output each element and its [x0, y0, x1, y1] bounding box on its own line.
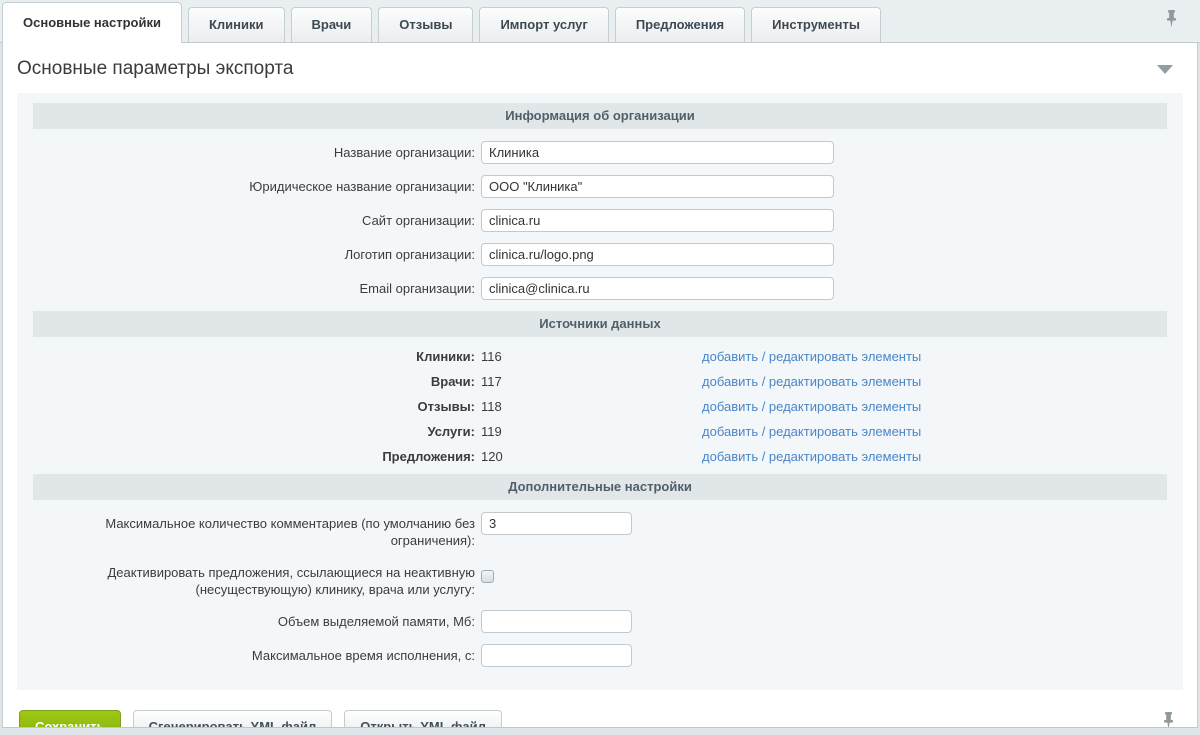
pin-icon[interactable] — [1165, 10, 1178, 33]
open-yml-button[interactable]: Открыть YML файл — [344, 710, 502, 728]
edit-elements-link[interactable]: добавить / редактировать элементы — [702, 374, 921, 389]
section-header-sources: Источники данных — [33, 311, 1167, 337]
form-row: Юридическое название организации: — [33, 175, 1167, 198]
source-row: Предложения: 120 добавить / редактироват… — [33, 449, 1167, 464]
field-label: Email организации: — [33, 277, 481, 298]
max-comments-input[interactable] — [481, 512, 632, 535]
source-iblock-id: 116 — [481, 349, 702, 364]
org-site-input[interactable] — [481, 209, 834, 232]
save-button[interactable]: Сохранить — [19, 710, 121, 728]
source-row: Отзывы: 118 добавить / редактировать эле… — [33, 399, 1167, 414]
edit-elements-link[interactable]: добавить / редактировать элементы — [702, 349, 921, 364]
field-label: Объем выделяемой памяти, Мб: — [33, 610, 481, 631]
edit-elements-link[interactable]: добавить / редактировать элементы — [702, 399, 921, 414]
form-row: Максимальное время исполнения, с: — [33, 644, 1167, 667]
form-row: Максимальное количество комментариев (по… — [33, 512, 1167, 550]
source-iblock-id: 118 — [481, 399, 702, 414]
memory-limit-input[interactable] — [481, 610, 632, 633]
edit-elements-link[interactable]: добавить / редактировать элементы — [702, 424, 921, 439]
form-row: Email организации: — [33, 277, 1167, 300]
title-row: Основные параметры экспорта — [3, 43, 1197, 93]
tab-clinics[interactable]: Клиники — [188, 7, 285, 42]
source-row: Клиники: 116 добавить / редактировать эл… — [33, 349, 1167, 364]
edit-elements-link[interactable]: добавить / редактировать элементы — [702, 449, 921, 464]
form-row: Логотип организации: — [33, 243, 1167, 266]
export-settings-form: Информация об организации Название орган… — [17, 93, 1183, 690]
org-email-input[interactable] — [481, 277, 834, 300]
screen: Основные настройки Клиники Врачи Отзывы … — [0, 0, 1200, 735]
tab-import-services[interactable]: Импорт услуг — [479, 7, 608, 42]
source-iblock-id: 120 — [481, 449, 702, 464]
form-row: Деактивировать предложения, ссылающиеся … — [33, 561, 1167, 599]
field-label: Максимальное количество комментариев (по… — [33, 512, 481, 550]
max-exec-time-input[interactable] — [481, 644, 632, 667]
tab-doctors[interactable]: Врачи — [291, 7, 373, 42]
form-row: Объем выделяемой памяти, Мб: — [33, 610, 1167, 633]
page-title: Основные параметры экспорта — [17, 58, 293, 80]
field-label: Максимальное время исполнения, с: — [33, 644, 481, 665]
source-row: Врачи: 117 добавить / редактировать элем… — [33, 374, 1167, 389]
chevron-down-icon[interactable] — [1157, 65, 1173, 74]
source-label: Услуги: — [33, 424, 481, 439]
section-header-organization: Информация об организации — [33, 103, 1167, 129]
form-row: Название организации: — [33, 141, 1167, 164]
tab-tools[interactable]: Инструменты — [751, 7, 881, 42]
source-iblock-id: 119 — [481, 424, 702, 439]
field-label: Деактивировать предложения, ссылающиеся … — [33, 561, 481, 599]
source-label: Клиники: — [33, 349, 481, 364]
tab-offers[interactable]: Предложения — [615, 7, 745, 42]
org-name-input[interactable] — [481, 141, 834, 164]
field-label: Логотип организации: — [33, 243, 481, 264]
source-label: Отзывы: — [33, 399, 481, 414]
section-header-additional: Дополнительные настройки — [33, 474, 1167, 500]
field-label: Юридическое название организации: — [33, 175, 481, 196]
form-row: Сайт организации: — [33, 209, 1167, 232]
org-legal-name-input[interactable] — [481, 175, 834, 198]
footer-button-bar: Сохранить Сгенерировать YML файл Открыть… — [3, 690, 1197, 728]
pin-icon[interactable] — [1162, 712, 1175, 728]
source-label: Предложения: — [33, 449, 481, 464]
source-row: Услуги: 119 добавить / редактировать эле… — [33, 424, 1167, 439]
field-label: Сайт организации: — [33, 209, 481, 230]
source-iblock-id: 117 — [481, 374, 702, 389]
source-label: Врачи: — [33, 374, 481, 389]
generate-yml-button[interactable]: Сгенерировать YML файл — [133, 710, 333, 728]
org-logo-input[interactable] — [481, 243, 834, 266]
tab-main-settings[interactable]: Основные настройки — [2, 2, 182, 43]
settings-window: Основные параметры экспорта Информация о… — [2, 43, 1198, 728]
deactivate-offers-checkbox[interactable] — [481, 570, 494, 583]
tab-reviews[interactable]: Отзывы — [378, 7, 473, 42]
field-label: Название организации: — [33, 141, 481, 162]
tab-bar: Основные настройки Клиники Врачи Отзывы … — [0, 0, 1200, 43]
